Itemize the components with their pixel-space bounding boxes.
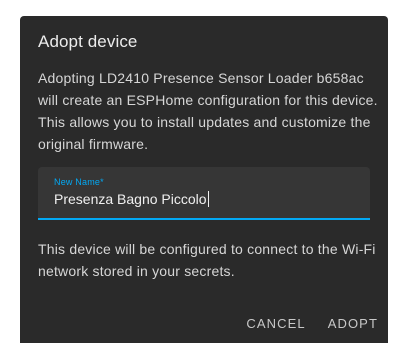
new-name-label: New Name* — [54, 177, 104, 187]
dialog-intro-text: Adopting LD2410 Presence Sensor Loader b… — [38, 70, 378, 152]
new-name-field[interactable]: New Name* Presenza Bagno Piccolo — [38, 167, 370, 220]
adopt-button[interactable]: ADOPT — [328, 316, 378, 331]
wifi-note-text: This device will be configured to connec… — [38, 241, 376, 279]
dialog-actions: CANCEL ADOPT — [246, 316, 378, 331]
dialog-title: Adopt device — [38, 32, 138, 51]
adopt-device-dialog: Adopt device Adopting LD2410 Presence Se… — [20, 16, 388, 343]
text-caret — [207, 191, 209, 207]
new-name-value: Presenza Bagno Piccolo — [54, 191, 207, 207]
new-name-input[interactable]: Presenza Bagno Piccolo — [54, 191, 209, 207]
cancel-button[interactable]: CANCEL — [246, 316, 305, 331]
